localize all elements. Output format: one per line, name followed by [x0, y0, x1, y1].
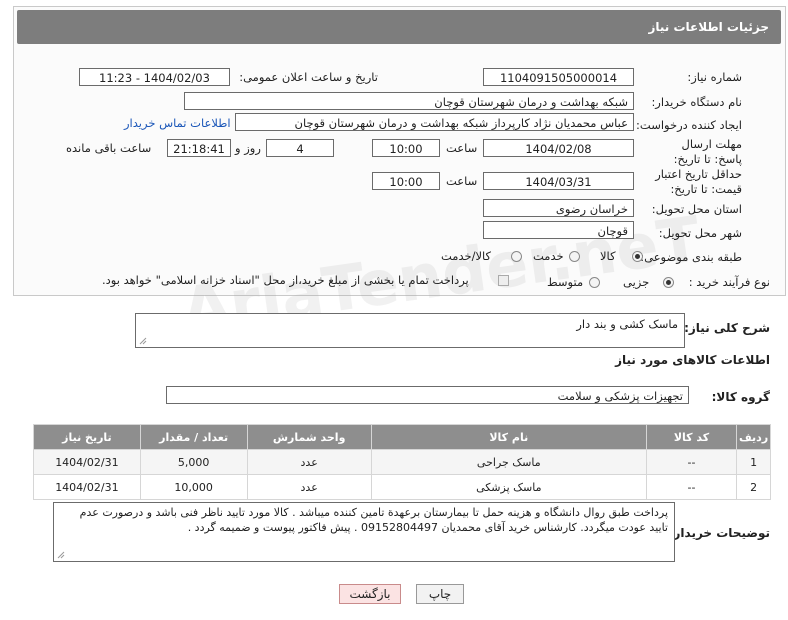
price-time-label: ساعت — [446, 174, 478, 188]
treasury-payment-checkbox[interactable] — [498, 275, 509, 286]
description-field: ماسک کشی و بند دار — [135, 313, 685, 348]
table-header-row: ردیف کد کالا نام کالا واحد شمارش تعداد /… — [33, 424, 771, 450]
announce-label: تاریخ و ساعت اعلان عمومی: — [239, 70, 378, 84]
price-time-field: 10:00 — [372, 172, 440, 190]
province-field: خراسان رضوی — [483, 199, 634, 217]
days-label: روز و — [235, 141, 261, 155]
category-option-service: خدمت — [533, 249, 564, 263]
buyer-org-field: شبکه بهداشت و درمان شهرستان قوچان — [184, 92, 634, 110]
print-button[interactable]: چاپ — [416, 584, 464, 604]
buyer-contact-link[interactable]: اطلاعات تماس خریدار — [124, 116, 231, 130]
description-text: ماسک کشی و بند دار — [576, 317, 678, 331]
reply-time-field: 10:00 — [372, 139, 440, 157]
goods-group-field: تجهیزات پزشکی و سلامت — [166, 386, 689, 404]
need-number-label: شماره نیاز: — [687, 70, 742, 84]
purchase-type-label: نوع فرآیند خرید : — [688, 275, 770, 289]
treasury-payment-note: پرداخت تمام یا بخشی از مبلغ خرید،از محل … — [102, 273, 469, 287]
remaining-time-field: 21:18:41 — [167, 139, 231, 157]
price-validity-label: حداقل تاریخ اعتبار قیمت: تا تاریخ: — [655, 167, 742, 196]
category-radio-goods[interactable] — [632, 251, 643, 262]
reply-date-field: 1404/02/08 — [483, 139, 634, 157]
cell-row: 1 — [736, 449, 771, 475]
col-name-header: نام کالا — [370, 424, 647, 450]
resize-grip-icon[interactable] — [139, 337, 147, 345]
purchase-radio-minor[interactable] — [663, 277, 674, 288]
goods-group-label: گروه کالا: — [711, 390, 770, 404]
remaining-label: ساعت باقی مانده — [66, 141, 152, 155]
price-date-field: 1404/03/31 — [483, 172, 634, 190]
cell-unit: عدد — [246, 449, 372, 475]
cell-unit: عدد — [246, 474, 372, 500]
resize-grip-icon[interactable] — [57, 551, 65, 559]
purchase-option-medium: متوسط — [547, 275, 584, 289]
requester-field: عباس محمدیان نژاد کارپرداز شبکه بهداشت و… — [235, 113, 634, 131]
cell-date: 1404/02/31 — [33, 449, 141, 475]
days-remaining-field: 4 — [266, 139, 334, 157]
description-label: شرح کلی نیاز: — [684, 321, 770, 335]
buyer-org-label: نام دستگاه خریدار: — [651, 95, 742, 109]
city-label: شهر محل تحویل: — [658, 226, 742, 240]
col-code-header: کد کالا — [645, 424, 738, 450]
category-option-goods: کالا — [600, 249, 616, 263]
category-radio-goods-service[interactable] — [511, 251, 522, 262]
announce-field: 1404/02/03 - 11:23 — [79, 68, 230, 86]
cell-code: -- — [645, 449, 738, 475]
page-title: جزئیات اطلاعات نیاز — [648, 20, 769, 34]
buyer-notes-label: توضیحات خریدار: — [668, 526, 770, 540]
table-row: 1 -- ماسک جراحی عدد 5,000 1404/02/31 — [33, 449, 771, 475]
requester-label: ایجاد کننده درخواست: — [636, 118, 742, 132]
col-row-header: ردیف — [736, 424, 771, 450]
cell-name: ماسک جراحی — [370, 449, 647, 475]
reply-deadline-label: مهلت ارسال پاسخ: تا تاریخ: — [673, 137, 742, 166]
purchase-option-minor: جزیی — [623, 275, 650, 289]
purchase-radio-medium[interactable] — [589, 277, 600, 288]
goods-info-title: اطلاعات کالاهای مورد نیاز — [615, 353, 770, 367]
need-number-field: 1104091505000014 — [483, 68, 634, 86]
province-label: استان محل تحویل: — [651, 202, 742, 216]
back-button[interactable]: بازگشت — [339, 584, 401, 604]
page-header: جزئیات اطلاعات نیاز — [17, 10, 781, 44]
col-date-header: تاریخ نیاز — [33, 424, 141, 450]
cell-qty: 5,000 — [139, 449, 248, 475]
table-row: 2 -- ماسک پزشکی عدد 10,000 1404/02/31 — [33, 474, 771, 500]
category-label: طبقه بندی موضوعی: — [640, 250, 742, 264]
cell-date: 1404/02/31 — [33, 474, 141, 500]
items-table: ردیف کد کالا نام کالا واحد شمارش تعداد /… — [33, 424, 771, 500]
cell-name: ماسک پزشکی — [370, 474, 647, 500]
reply-time-label: ساعت — [446, 141, 478, 155]
buyer-notes-field: پرداخت طبق روال دانشگاه و هزینه حمل تا ب… — [53, 502, 675, 562]
cell-qty: 10,000 — [139, 474, 248, 500]
col-qty-header: تعداد / مقدار — [139, 424, 248, 450]
buyer-notes-text: پرداخت طبق روال دانشگاه و هزینه حمل تا ب… — [79, 506, 668, 534]
col-unit-header: واحد شمارش — [246, 424, 372, 450]
category-option-goods-service: کالا/خدمت — [441, 249, 492, 263]
category-radio-service[interactable] — [569, 251, 580, 262]
city-field: قوچان — [483, 221, 634, 239]
cell-code: -- — [645, 474, 738, 500]
cell-row: 2 — [736, 474, 771, 500]
